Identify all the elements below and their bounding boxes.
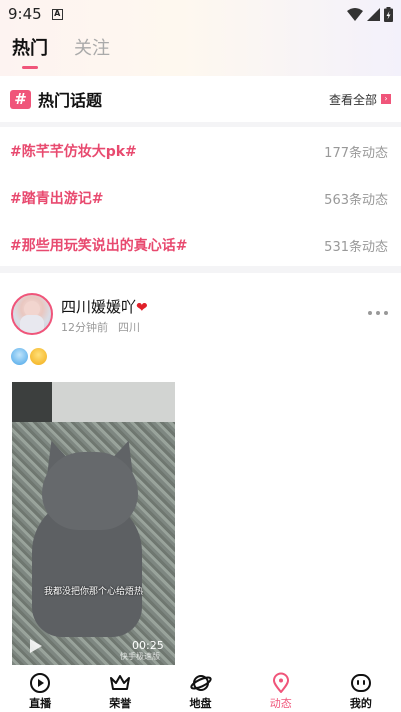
profile-face-icon: [350, 674, 371, 692]
nav-label: 我的: [349, 697, 372, 710]
wifi-icon: [347, 7, 363, 21]
notification-icon: A: [51, 8, 63, 20]
heart-icon: ❤: [136, 300, 148, 316]
topic-name: #那些用玩笑说出的真心话#: [10, 238, 188, 254]
crown-icon: [110, 675, 131, 690]
avatar-body: [20, 315, 44, 333]
topic-count: 531条动态: [324, 239, 388, 255]
tab-active-indicator: [22, 66, 38, 69]
feed-divider: [0, 266, 401, 273]
cat-head: [42, 452, 138, 530]
more-options-icon[interactable]: [368, 306, 390, 320]
topic-count: 563条动态: [324, 192, 388, 208]
see-all-label: 查看全部: [328, 92, 377, 107]
planet-icon: [189, 675, 212, 691]
video-watermark: 快手极速版: [120, 652, 160, 661]
video-subtitle: 我都没把你那个心给焐热: [43, 587, 143, 597]
nav-item-feed[interactable]: 动态: [241, 667, 321, 712]
nav-item-me[interactable]: 我的: [321, 667, 401, 712]
tab-hot-label: 热门: [12, 38, 48, 59]
nav-item-honor[interactable]: 荣誉: [80, 667, 160, 712]
nav-item-live[interactable]: 直播: [0, 667, 80, 712]
tab-hot[interactable]: 热门: [12, 34, 48, 69]
avatar[interactable]: [11, 293, 53, 335]
post-time: 12分钟前: [61, 321, 108, 334]
feed-tabs: 热门 关注: [12, 34, 110, 69]
post-video[interactable]: 我都没把你那个心给焐热 00:25 快手极速版: [12, 382, 175, 665]
topic-item[interactable]: #陈芊芊仿妆大pk# 177条动态: [10, 139, 388, 163]
post-author[interactable]: 四川媛媛吖❤: [61, 296, 148, 317]
topic-name: #陈芊芊仿妆大pk#: [10, 144, 137, 160]
play-icon[interactable]: [30, 639, 42, 653]
chevron-right-icon: ›: [381, 94, 391, 104]
location-pin-icon: [272, 672, 289, 693]
post-location: 四川: [118, 321, 140, 334]
topic-count: 177条动态: [324, 145, 388, 161]
nav-label: 动态: [269, 697, 292, 710]
post-text: [11, 348, 47, 365]
section-divider: [0, 122, 401, 127]
hot-topics-header: # 热门话题 查看全部 ›: [10, 86, 391, 112]
signal-icon: [367, 7, 380, 21]
topic-item[interactable]: #踏青出游记# 563条动态: [10, 186, 388, 210]
post-author-name: 四川媛媛吖: [61, 298, 137, 316]
battery-icon: [384, 6, 393, 22]
hot-topics-title: 热门话题: [38, 91, 103, 110]
status-bar: 9:45 A: [0, 0, 401, 28]
post-meta: 12分钟前 四川: [61, 319, 140, 335]
topic-name: #踏青出游记#: [10, 191, 104, 207]
see-all-button[interactable]: 查看全部 ›: [329, 91, 391, 108]
status-icons: [347, 6, 393, 22]
tab-following[interactable]: 关注: [74, 34, 110, 60]
cold-face-emoji-icon: [11, 348, 28, 365]
rofl-emoji-icon: [30, 348, 47, 365]
nav-item-territory[interactable]: 地盘: [160, 667, 240, 712]
tab-following-label: 关注: [74, 38, 110, 59]
hashtag-icon: #: [10, 89, 31, 109]
topic-item[interactable]: #那些用玩笑说出的真心话# 531条动态: [10, 233, 388, 257]
bottom-nav: 直播 荣誉 地盘 动态 我的: [0, 667, 401, 712]
nav-label: 地盘: [189, 697, 212, 710]
status-time: 9:45: [8, 5, 42, 23]
nav-label: 直播: [29, 697, 52, 710]
live-icon: [30, 673, 51, 693]
nav-label: 荣誉: [109, 697, 132, 710]
